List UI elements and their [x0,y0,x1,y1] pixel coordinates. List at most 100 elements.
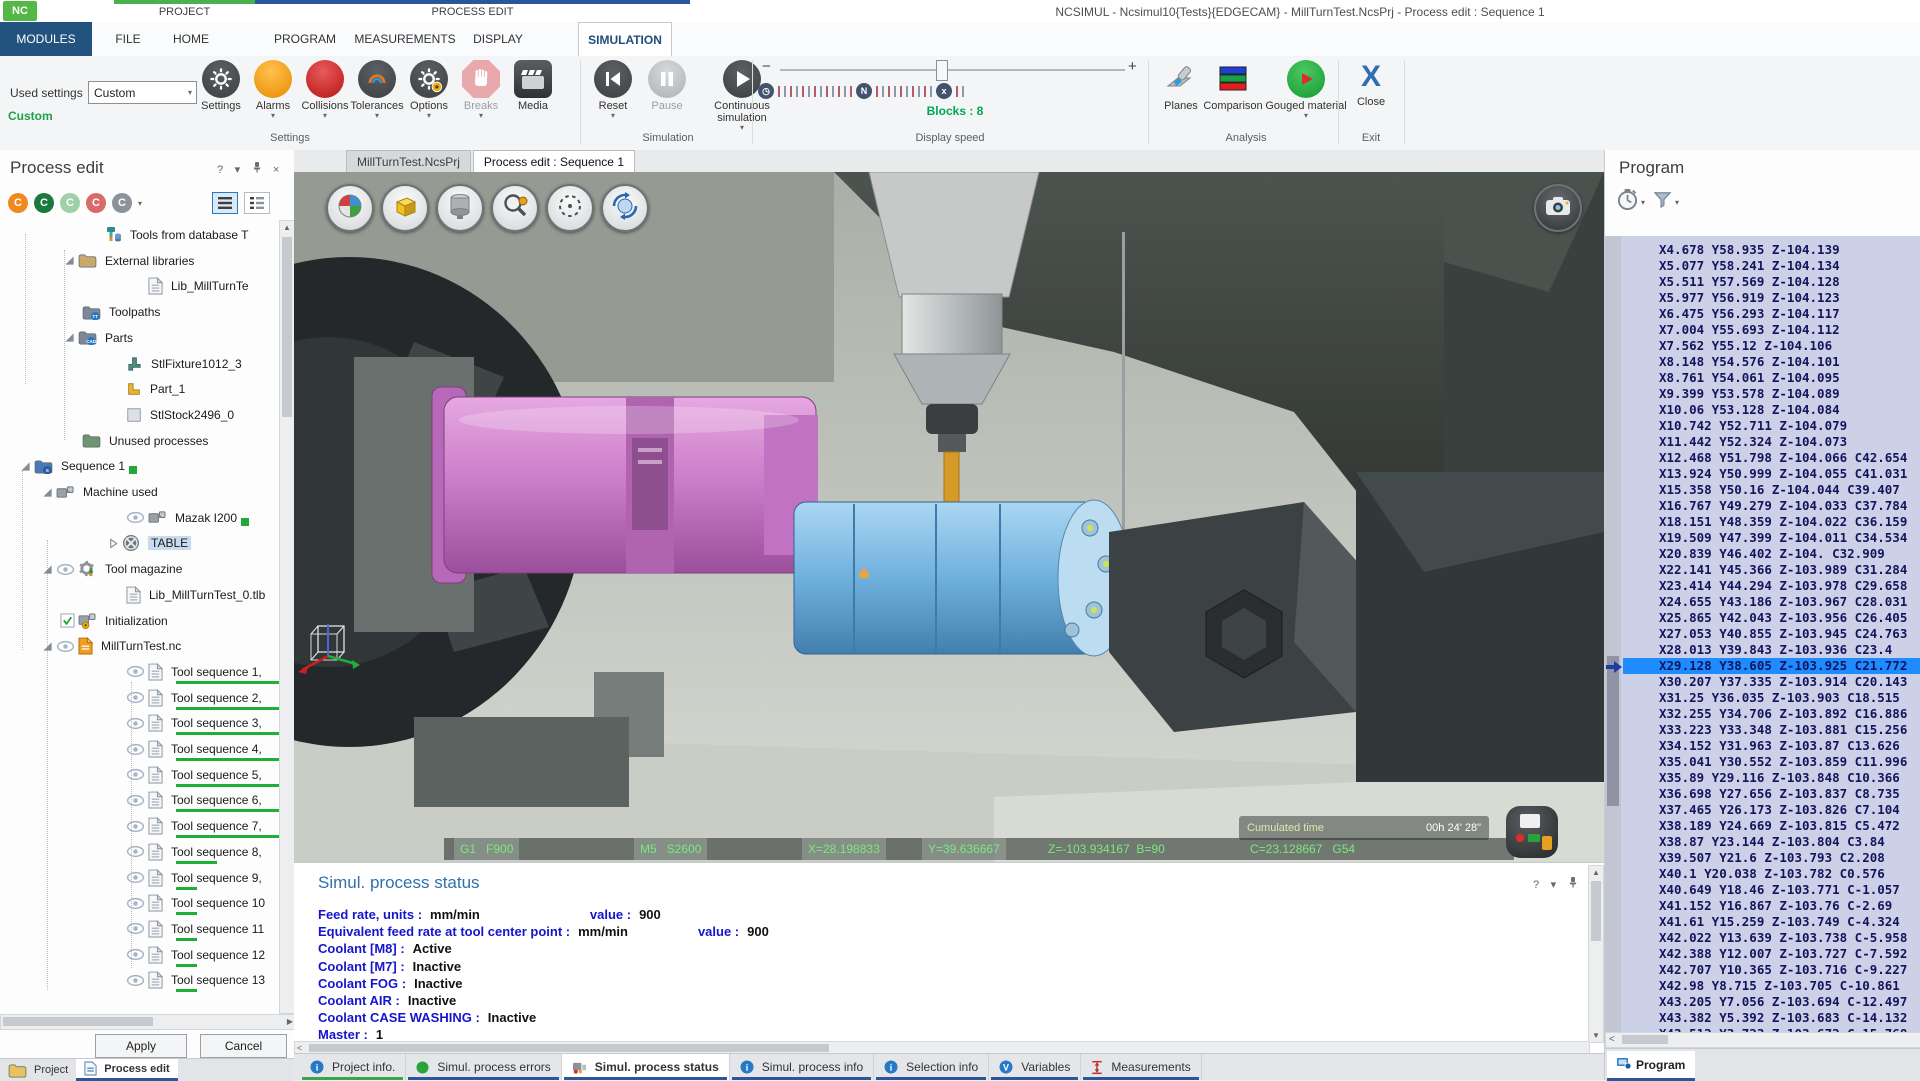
tree-item[interactable]: Lib_MillTurnTest_0.tlb [126,584,265,606]
speed-ticks[interactable]: ◷Nx [758,82,1138,100]
cancel-button[interactable]: Cancel [200,1034,287,1058]
gcode-line[interactable]: X9.399 Y53.578 Z-104.089 [1659,386,1840,402]
tab-measurements[interactable]: Measurements [1081,1054,1201,1080]
chevron-down-icon[interactable]: ▾ [1304,112,1308,120]
detail-view-icon[interactable] [244,192,270,214]
chevron-down-icon[interactable]: ▾ [1551,878,1557,891]
media-button[interactable]: Media [508,60,558,120]
close-button[interactable]: X Close [1346,60,1396,108]
gcode-line[interactable]: X15.358 Y50.16 Z-104.044 C39.407 [1659,482,1900,498]
tab-measurements[interactable]: MEASUREMENTS [350,22,460,56]
tree-item-label[interactable]: Mazak I200 [175,511,237,525]
gcode-line[interactable]: X12.468 Y51.798 Z-104.066 C42.654 [1659,450,1907,466]
tab-simul--process-errors[interactable]: Simul. process errors [406,1054,561,1080]
tree-item-label[interactable]: Lib_MillTurnTe [171,279,249,293]
scroll-up-icon[interactable]: ▲ [1589,866,1603,879]
tree-item-label[interactable]: Initialization [105,614,168,628]
status-hscroll-thumb[interactable] [309,1044,829,1052]
gcode-line[interactable]: X33.223 Y33.348 Z-103.881 C15.256 [1659,722,1907,738]
tree-item[interactable]: Tool sequence 12 [126,944,265,966]
gcode-line[interactable]: X18.151 Y48.359 Z-104.022 C36.159 [1659,514,1907,530]
gcode-line[interactable]: X37.465 Y26.173 Z-103.826 C7.104 [1659,802,1900,818]
tree-item-label[interactable]: Tool sequence 5, [171,768,262,782]
process-run-icon[interactable]: C [8,193,28,213]
tree-item-label[interactable]: Sequence 1 [61,459,125,473]
tree-scroll-thumb[interactable] [282,237,292,417]
gcode-line[interactable]: X19.509 Y47.399 Z-104.011 C34.534 [1659,530,1907,546]
chevron-down-icon[interactable]: ▾ [271,112,275,120]
tree-item[interactable]: Tool sequence 3, [126,712,262,734]
pin-icon[interactable] [252,161,262,176]
tab-simul--process-info[interactable]: iSimul. process info [730,1054,874,1080]
tree-item-label[interactable]: Machine used [83,485,158,499]
close-icon[interactable]: × [273,164,279,176]
gcode-line[interactable]: X24.655 Y43.186 Z-103.967 C28.031 [1659,594,1907,610]
tree-item-label[interactable]: Parts [105,331,133,345]
capture-button[interactable] [1534,184,1582,232]
speed-tick[interactable] [796,86,798,97]
gcode-line[interactable]: X4.678 Y58.935 Z-104.139 [1659,242,1840,258]
tab-simul--process-status[interactable]: Simul. process status [562,1054,730,1080]
process-tool-icon[interactable]: C [60,193,80,213]
gcode-line[interactable]: X40.1 Y20.038 Z-103.782 C0.576 [1659,866,1885,882]
speed-tick[interactable] [930,86,932,97]
tab-project[interactable]: Project [0,1059,76,1081]
speed-tick[interactable] [778,86,780,97]
tree-item-label[interactable]: MillTurnTest.nc [101,639,181,653]
alarms-button[interactable]: Alarms▾ [248,60,298,120]
gcode-line[interactable]: X10.742 Y52.711 Z-104.079 [1659,418,1847,434]
speed-tick[interactable] [784,86,786,97]
status-scroll-thumb[interactable] [1591,881,1601,941]
gcode-line[interactable]: X5.977 Y56.919 Z-104.123 [1659,290,1840,306]
tree-item[interactable]: Initialization [60,610,168,632]
gcode-line[interactable]: X28.013 Y39.843 Z-103.936 C23.4 [1659,642,1892,658]
viewport-rotate-orbit-button[interactable] [601,184,649,232]
program-hscroll-thumb[interactable] [1622,1035,1668,1044]
tree-item[interactable]: Tool sequence 8, [126,841,262,863]
tab-simulation[interactable]: SIMULATION [578,22,672,57]
tree-item[interactable]: Tool sequence 13 [126,969,265,991]
speed-tick[interactable] [838,86,840,97]
chevron-down-icon[interactable]: ▽ [1552,234,1560,247]
tree-item[interactable]: Tool sequence 10 [126,892,265,914]
program-scroll-thumb[interactable] [1607,656,1619,806]
gcode-line[interactable]: X38.189 Y24.669 Z-103.815 C5.472 [1659,818,1900,834]
tree-item[interactable]: Tool sequence 9, [126,867,262,889]
tree-hscroll-thumb[interactable] [3,1017,153,1026]
gcode-line[interactable]: X39.507 Y21.6 Z-103.793 C2.208 [1659,850,1885,866]
simulation-viewport[interactable]: ▽ G1 F900M5 S2600X=28.198833Y=39.636667Z… [294,172,1604,862]
tree-item[interactable]: SSequence 1 [20,455,137,477]
speed-tick[interactable] [876,86,878,97]
chevron-down-icon[interactable]: ▾ [479,112,483,120]
tab-modules[interactable]: MODULES [0,22,92,56]
tree-item[interactable]: Tool sequence 7, [126,815,262,837]
reset-button[interactable]: Reset▾ [588,60,638,132]
settings-button[interactable]: Settings [196,60,246,120]
tree-item[interactable]: StlFixture1012_3 [126,353,242,375]
program-filter-button[interactable]: ▾ [1653,190,1679,214]
gcode-line[interactable]: X16.767 Y49.279 Z-104.033 C37.784 [1659,498,1907,514]
collisions-button[interactable]: Collisions▾ [300,60,350,120]
viewport-zoom-magnifier-button[interactable] [491,184,539,232]
tab-home[interactable]: HOME [156,22,226,56]
viewport-solid-cube-button[interactable] [381,184,429,232]
tree-item-label[interactable]: Tool sequence 12 [171,948,265,962]
speed-slider-track[interactable] [780,69,1125,71]
speed-tick[interactable] [882,86,884,97]
viewport-selection-circle-button[interactable] [546,184,594,232]
speed-tick[interactable] [894,86,896,97]
gcode-line[interactable]: X25.865 Y42.043 Z-103.956 C26.405 [1659,610,1907,626]
gcode-line[interactable]: X5.511 Y57.569 Z-104.128 [1659,274,1840,290]
tree-item-label[interactable]: Tool sequence 9, [171,871,262,885]
gcode-line[interactable]: X32.255 Y34.706 Z-103.892 C16.886 [1659,706,1907,722]
chevron-down-icon[interactable]: ▾ [235,163,241,176]
speed-tick[interactable] [912,86,914,97]
tree-item[interactable]: Tool sequence 1, [126,661,262,683]
tree-item[interactable]: Part_1 [126,378,185,400]
chevron-down-icon[interactable]: ▾ [427,112,431,120]
chevron-down-icon[interactable]: ▾ [138,199,142,208]
tree-item-label[interactable]: Tool sequence 6, [171,793,262,807]
help-icon[interactable]: ? [1533,879,1539,891]
gcode-line[interactable]: X8.761 Y54.061 Z-104.095 [1659,370,1840,386]
tree-vertical-scrollbar[interactable]: ▲ [279,220,295,1014]
